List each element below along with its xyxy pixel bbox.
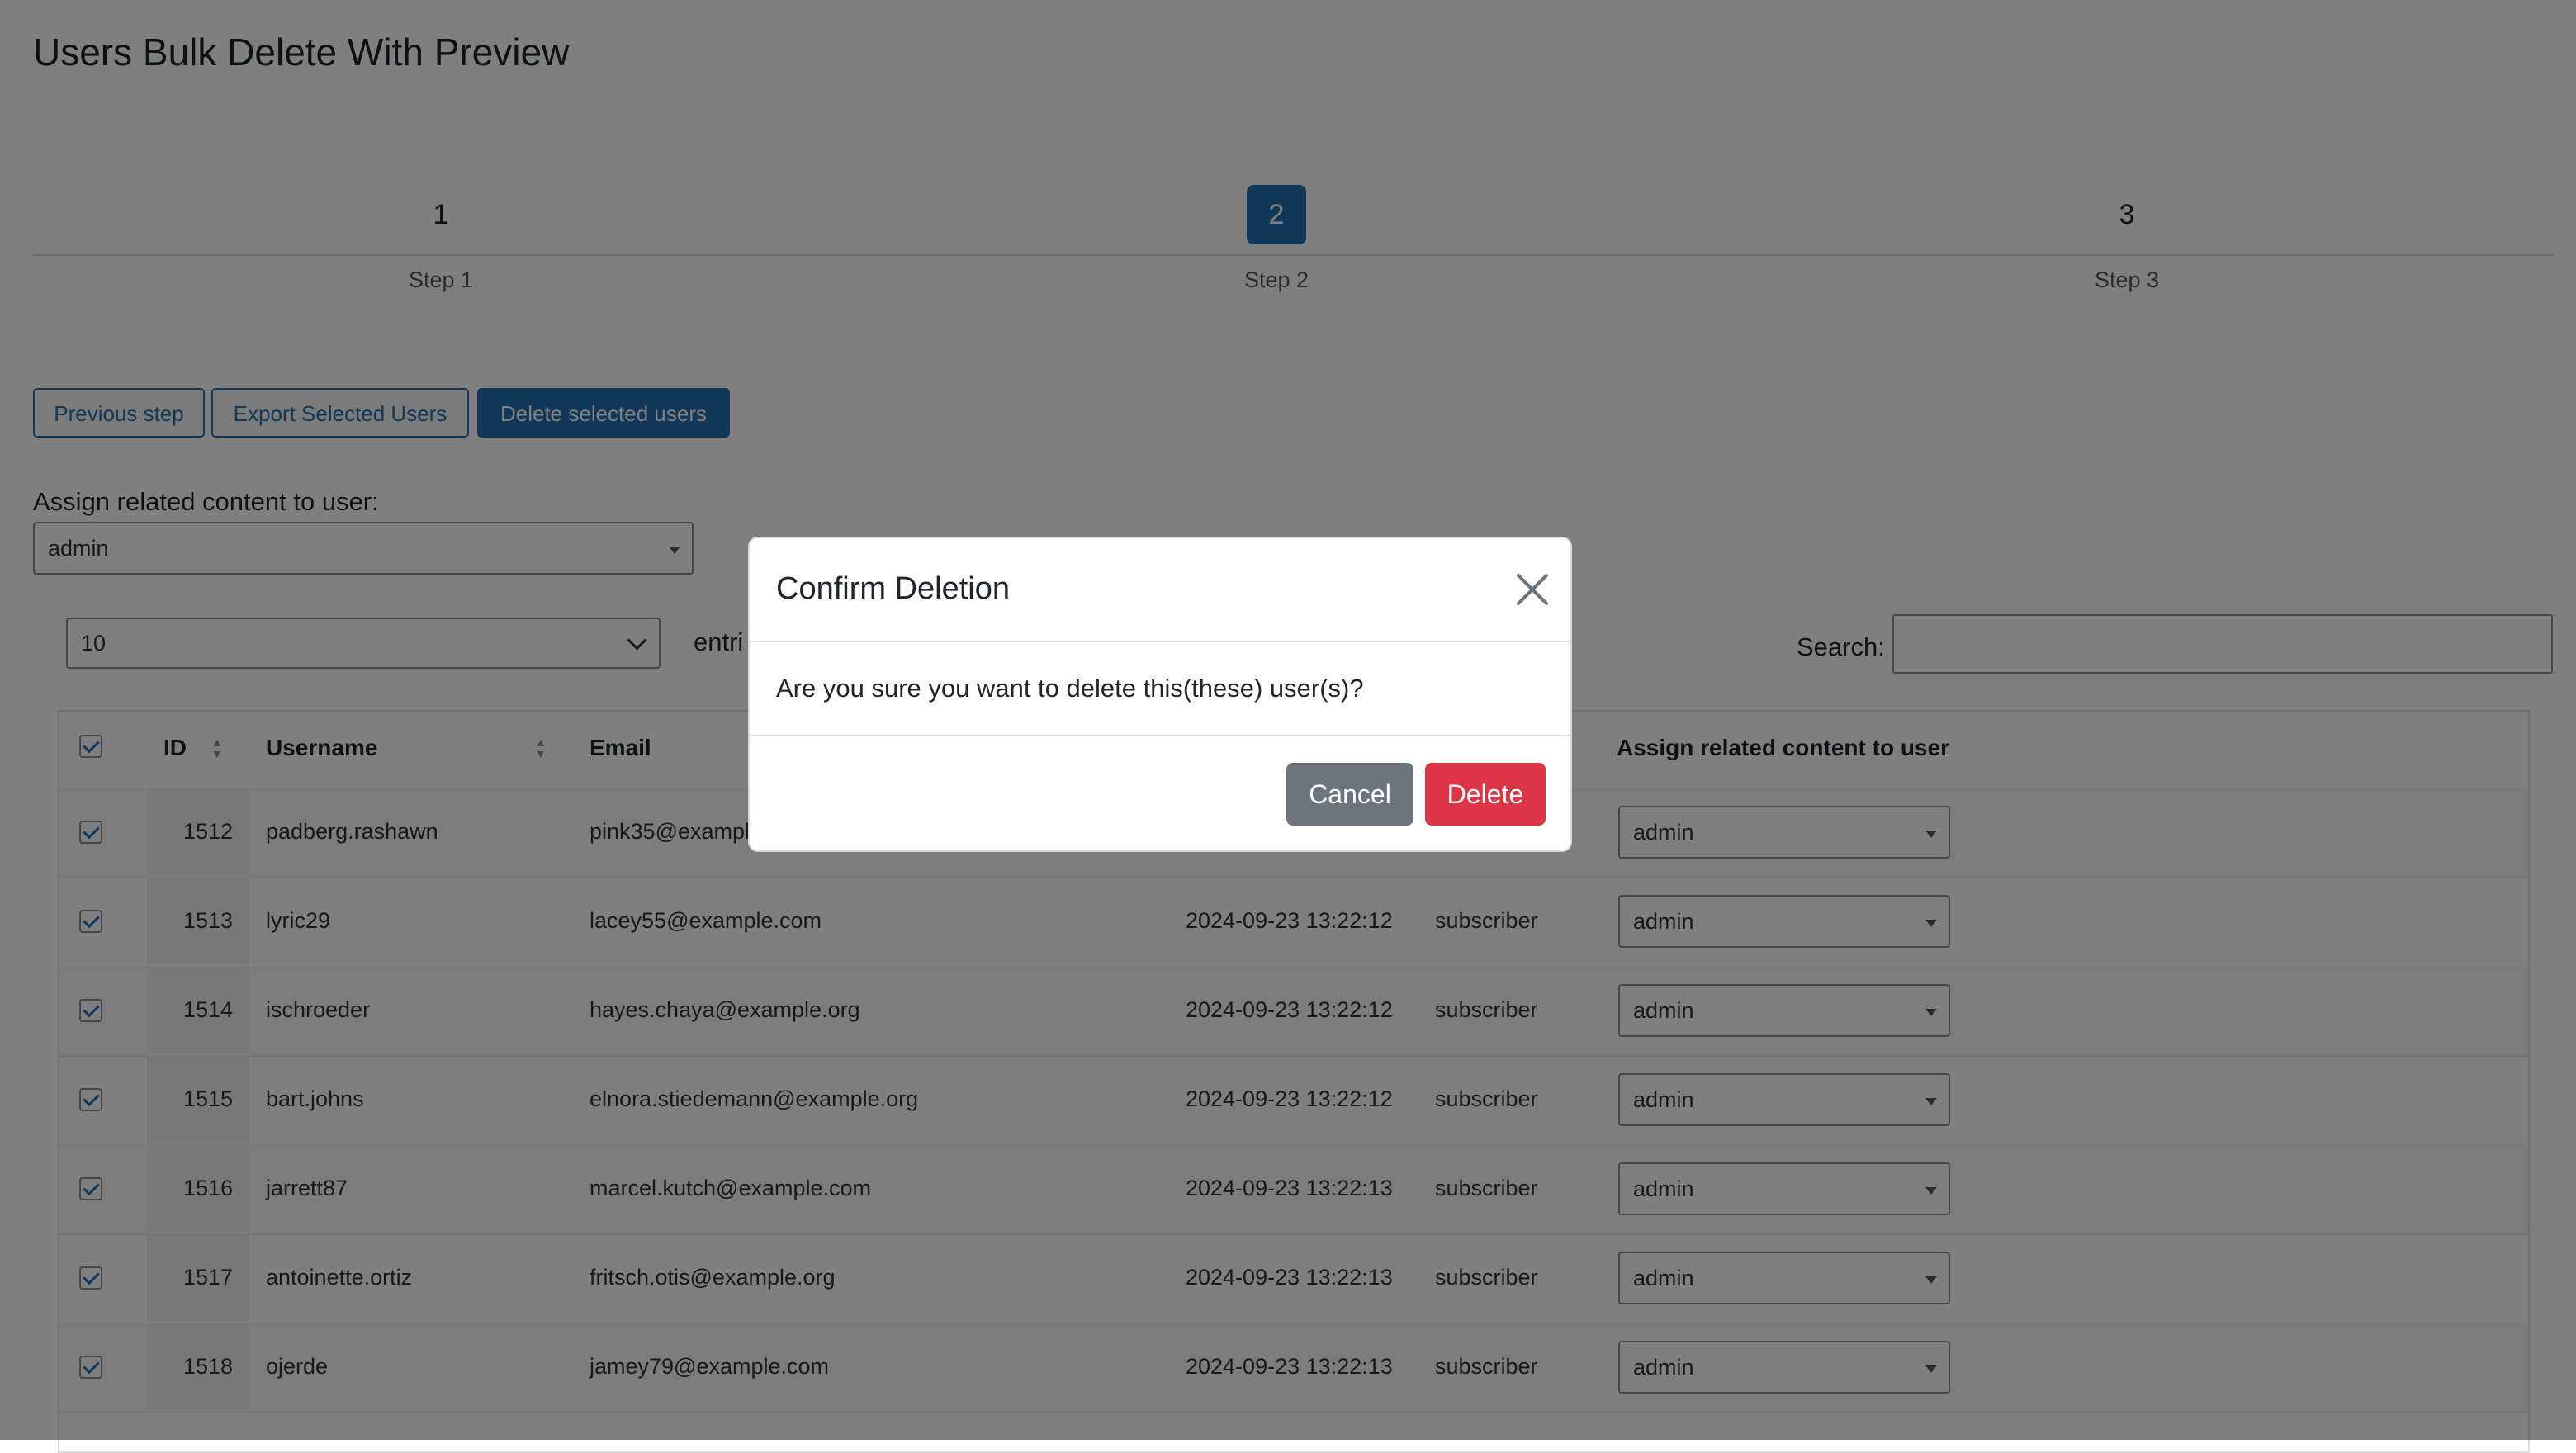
modal-title: Confirm Deletion bbox=[776, 571, 1010, 606]
modal-message: Are you sure you want to delete this(the… bbox=[776, 674, 1364, 703]
cancel-button[interactable]: Cancel bbox=[1286, 763, 1413, 826]
modal-divider bbox=[750, 641, 1570, 642]
confirm-deletion-modal: Confirm Deletion Are you sure you want t… bbox=[748, 537, 1572, 852]
modal-divider bbox=[750, 735, 1570, 736]
close-icon[interactable] bbox=[1514, 571, 1551, 608]
page: Users Bulk Delete With Preview 1 2 3 Ste… bbox=[0, 0, 2576, 1453]
confirm-delete-button[interactable]: Delete bbox=[1425, 763, 1546, 826]
